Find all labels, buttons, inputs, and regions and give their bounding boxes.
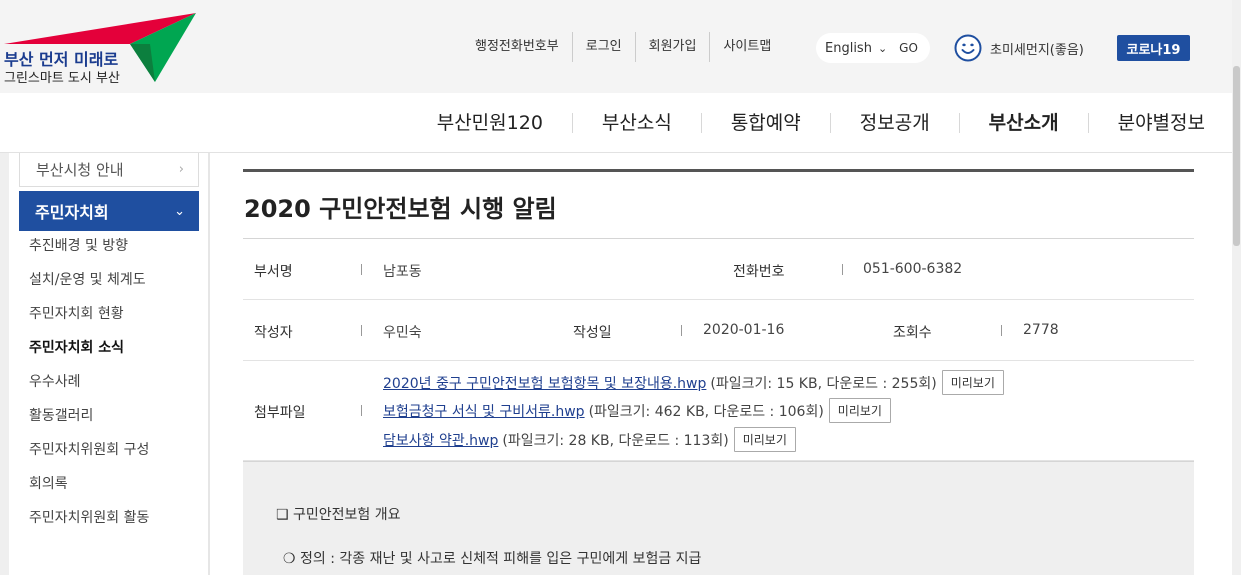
- info-row-department: 부서명 남포동 전화번호 051-600-6382: [243, 239, 1194, 300]
- sidebar: 부산시청 안내 › 주민자치회 ⌄ 추진배경 및 방향 설치/운영 및 체계도 …: [0, 153, 210, 575]
- date-value: 2020-01-16: [703, 322, 785, 338]
- phonebook-link[interactable]: 행정전화번호부: [462, 32, 573, 62]
- attachment-link[interactable]: 2020년 중구 구민안전보험 보험항목 및 보장내용.hwp: [383, 373, 706, 393]
- sitemap-link[interactable]: 사이트맵: [710, 32, 784, 62]
- busan-logo[interactable]: 부산 먼저 미래로 그린스마트 도시 부산: [0, 10, 200, 88]
- submenu-item[interactable]: 활동갤러리: [29, 405, 169, 427]
- nav-item-civil-service[interactable]: 부산민원120: [408, 113, 573, 133]
- body-heading: ❑ 구민안전보험 개요: [276, 507, 401, 523]
- field-divider: [1001, 325, 1002, 336]
- department-label: 부서명: [254, 264, 293, 280]
- submenu-item[interactable]: 주민자치위원회 활동: [29, 507, 169, 529]
- views-label: 조회수: [893, 325, 932, 341]
- attachment-link[interactable]: 보험금청구 서식 및 구비서류.hwp: [383, 401, 585, 421]
- date-label: 작성일: [573, 325, 612, 341]
- sidebar-item-label: 부산시청 안내: [36, 161, 124, 179]
- body-definition: ❍ 정의 : 각종 재난 및 사고로 신체적 피해를 입은 구민에게 보험금 지…: [283, 551, 702, 567]
- signup-link[interactable]: 회원가입: [636, 32, 711, 62]
- submenu-item[interactable]: 주민자치위원회 구성: [29, 439, 169, 461]
- submenu-item[interactable]: 우수사례: [29, 371, 169, 393]
- content-top-rule: [243, 169, 1194, 172]
- attachment-meta: (파일크기: 15 KB, 다운로드 : 255회): [710, 375, 937, 392]
- nav-item-field-info[interactable]: 분야별정보: [1089, 113, 1205, 133]
- attachment-meta: (파일크기: 28 KB, 다운로드 : 113회): [502, 432, 729, 449]
- field-divider: [361, 264, 362, 275]
- sidebar-divider: [208, 153, 210, 575]
- department-value: 남포동: [383, 264, 422, 280]
- air-quality-label: 초미세먼지(좋음): [990, 42, 1084, 58]
- info-row-attachments: 첨부파일 2020년 중구 구민안전보험 보험항목 및 보장내용.hwp (파일…: [243, 361, 1194, 461]
- field-divider: [681, 325, 682, 336]
- author-value: 우민숙: [383, 325, 422, 341]
- page-scrollbar[interactable]: [1232, 0, 1241, 575]
- author-label: 작성자: [254, 325, 293, 341]
- sidebar-item-label: 주민자치회: [35, 203, 109, 222]
- top-header: 부산 먼저 미래로 그린스마트 도시 부산 행정전화번호부 로그인 회원가입 사…: [0, 0, 1241, 93]
- air-quality-widget[interactable]: 초미세먼지(좋음): [954, 33, 1084, 63]
- utility-nav: 행정전화번호부 로그인 회원가입 사이트맵: [462, 32, 784, 62]
- phone-label: 전화번호: [733, 264, 785, 280]
- attachment-item: 담보사항 약관.hwp (파일크기: 28 KB, 다운로드 : 113회) 미…: [383, 427, 796, 452]
- preview-button[interactable]: 미리보기: [828, 398, 891, 423]
- scrollbar-thumb[interactable]: [1233, 66, 1240, 246]
- global-nav: 부산민원120 부산소식 통합예약 정보공개 부산소개 분야별정보: [408, 93, 1205, 153]
- sidebar-submenu: 추진배경 및 방향 설치/운영 및 체계도 주민자치회 현황 주민자치회 소식 …: [29, 235, 169, 541]
- logo-text-line2: 그린스마트 도시 부산: [4, 71, 120, 86]
- language-selected[interactable]: English: [825, 41, 872, 56]
- submenu-item[interactable]: 설치/운영 및 체계도: [29, 269, 169, 291]
- submenu-item[interactable]: 주민자치회 현황: [29, 303, 169, 325]
- field-divider: [361, 325, 362, 336]
- nav-item-info-disclosure[interactable]: 정보공개: [831, 113, 960, 133]
- views-value: 2778: [1023, 322, 1059, 338]
- chevron-right-icon: ›: [178, 162, 184, 177]
- chevron-down-icon[interactable]: ⌄: [878, 42, 887, 55]
- sidebar-item-city-hall-guide[interactable]: 부산시청 안내 ›: [19, 153, 199, 187]
- nav-item-reservation[interactable]: 통합예약: [702, 113, 831, 133]
- sidebar-item-residents-council[interactable]: 주민자치회 ⌄: [19, 191, 199, 231]
- phone-value: 051-600-6382: [863, 261, 963, 277]
- login-link[interactable]: 로그인: [573, 32, 636, 62]
- smiley-face-icon: [954, 34, 982, 62]
- nav-item-about-busan[interactable]: 부산소개: [960, 113, 1089, 133]
- attachment-item: 보험금청구 서식 및 구비서류.hwp (파일크기: 462 KB, 다운로드 …: [383, 398, 891, 423]
- post-body: ❑ 구민안전보험 개요 ❍ 정의 : 각종 재난 및 사고로 신체적 피해를 입…: [243, 461, 1194, 575]
- preview-button[interactable]: 미리보기: [941, 370, 1004, 395]
- info-row-author: 작성자 우민숙 작성일 2020-01-16 조회수 2778: [243, 300, 1194, 361]
- corona19-button[interactable]: 코로나19: [1117, 35, 1190, 61]
- main-nav: 부산민원120 부산소식 통합예약 정보공개 부산소개 분야별정보: [0, 93, 1241, 153]
- field-divider: [361, 405, 362, 416]
- attachment-item: 2020년 중구 구민안전보험 보험항목 및 보장내용.hwp (파일크기: 1…: [383, 370, 1004, 395]
- attachment-link[interactable]: 담보사항 약관.hwp: [383, 430, 498, 450]
- submenu-item-current[interactable]: 주민자치회 소식: [29, 337, 169, 359]
- submenu-item[interactable]: 회의록: [29, 473, 169, 495]
- sidebar-edge: [0, 153, 9, 575]
- post-title: 2020 구민안전보험 시행 알림: [244, 195, 557, 223]
- language-go-button[interactable]: GO: [899, 41, 918, 55]
- attachments-label: 첨부파일: [254, 405, 306, 421]
- preview-button[interactable]: 미리보기: [733, 427, 796, 452]
- language-selector[interactable]: English ⌄ GO: [816, 33, 930, 63]
- nav-item-news[interactable]: 부산소식: [573, 113, 702, 133]
- field-divider: [842, 264, 843, 275]
- chevron-down-icon: ⌄: [174, 203, 185, 219]
- post-content: 2020 구민안전보험 시행 알림 부서명 남포동 전화번호 051-600-6…: [243, 153, 1194, 575]
- submenu-item[interactable]: 추진배경 및 방향: [29, 235, 169, 257]
- attachment-meta: (파일크기: 462 KB, 다운로드 : 106회): [588, 403, 824, 420]
